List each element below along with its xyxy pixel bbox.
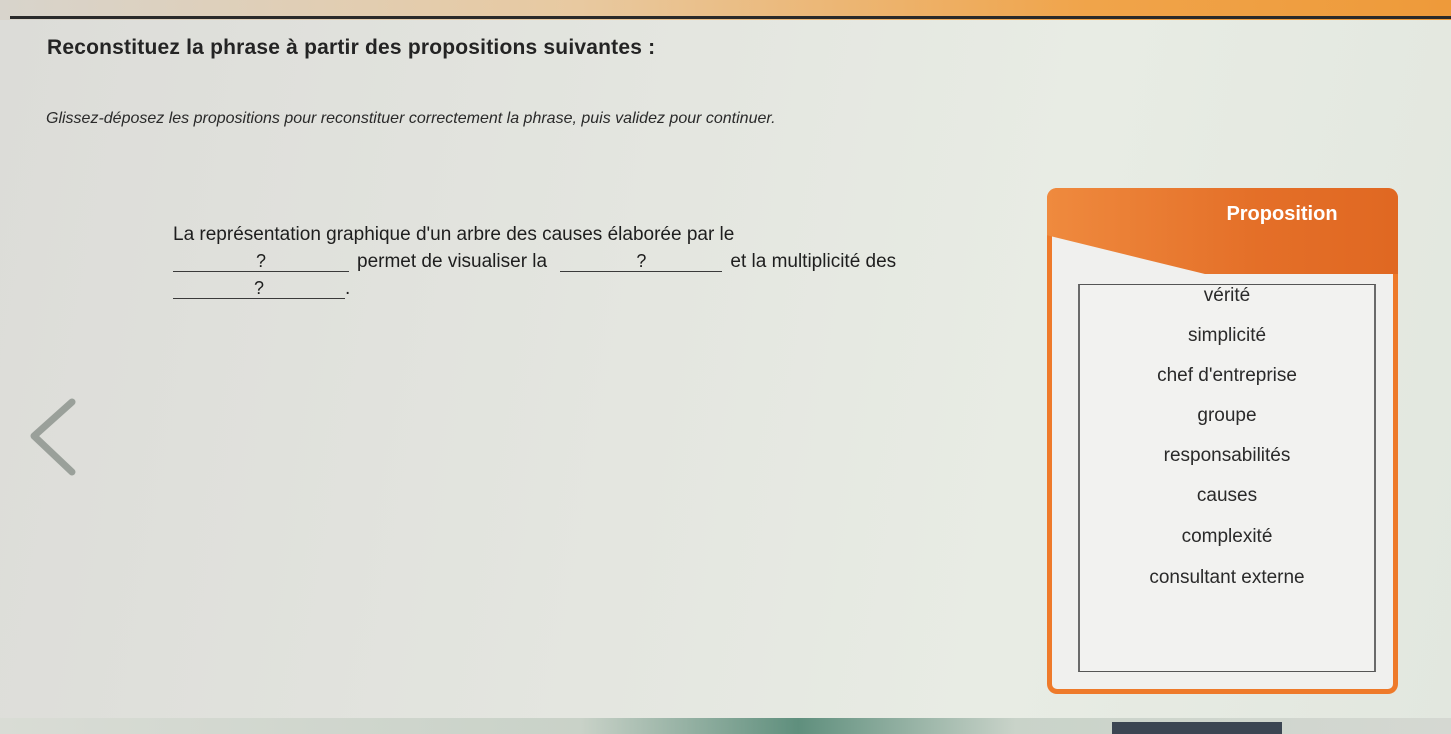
drop-zone-1[interactable]: ? — [173, 251, 349, 272]
proposition-item-causes[interactable]: causes — [1080, 485, 1374, 507]
proposition-list: vérité simplicité chef d'entreprise grou… — [1078, 284, 1376, 672]
drop-zone-2-placeholder: ? — [636, 251, 647, 271]
proposition-panel: Proposition vérité simplicité chef d'ent… — [1047, 188, 1398, 694]
sentence-end-punctuation: . — [345, 278, 351, 299]
sentence-part-2: permet de visualiser la — [357, 251, 548, 272]
sentence-line-3: ?. — [173, 275, 1013, 302]
proposition-item-responsabilites[interactable]: responsabilités — [1080, 445, 1374, 467]
instructions-text: Glissez-déposez les propositions pour re… — [46, 110, 776, 127]
proposition-item-complexite[interactable]: complexité — [1080, 526, 1374, 548]
chevron-left-icon[interactable] — [28, 396, 78, 480]
proposition-item-groupe[interactable]: groupe — [1080, 405, 1374, 427]
proposition-item-chef-d-entreprise[interactable]: chef d'entreprise — [1080, 365, 1374, 387]
proposition-panel-title: Proposition — [1226, 203, 1338, 225]
sentence-line-1: La représentation graphique d'un arbre d… — [173, 221, 1013, 248]
proposition-item-consultant-externe[interactable]: consultant externe — [1080, 567, 1374, 589]
proposition-item-simplicite[interactable]: simplicité — [1080, 325, 1374, 347]
drop-zone-2[interactable]: ? — [560, 251, 723, 272]
drop-zone-3-placeholder: ? — [253, 278, 264, 298]
sentence-part-1: La représentation graphique d'un arbre d… — [173, 224, 735, 245]
sentence-area: La représentation graphique d'un arbre d… — [173, 221, 1013, 302]
drop-zone-1-placeholder: ? — [255, 251, 266, 271]
header-divider — [10, 16, 1451, 19]
page-title: Reconstituez la phrase à partir des prop… — [47, 36, 656, 59]
proposition-item-verite[interactable]: vérité — [1080, 285, 1374, 307]
bottom-dark-element — [1112, 722, 1282, 734]
sentence-part-3: et la multiplicité des — [730, 251, 897, 272]
drop-zone-3[interactable]: ? — [173, 278, 345, 299]
sentence-line-2: ? permet de visualiser la ? et la multipli… — [173, 248, 1013, 275]
proposition-panel-header — [1047, 188, 1398, 274]
